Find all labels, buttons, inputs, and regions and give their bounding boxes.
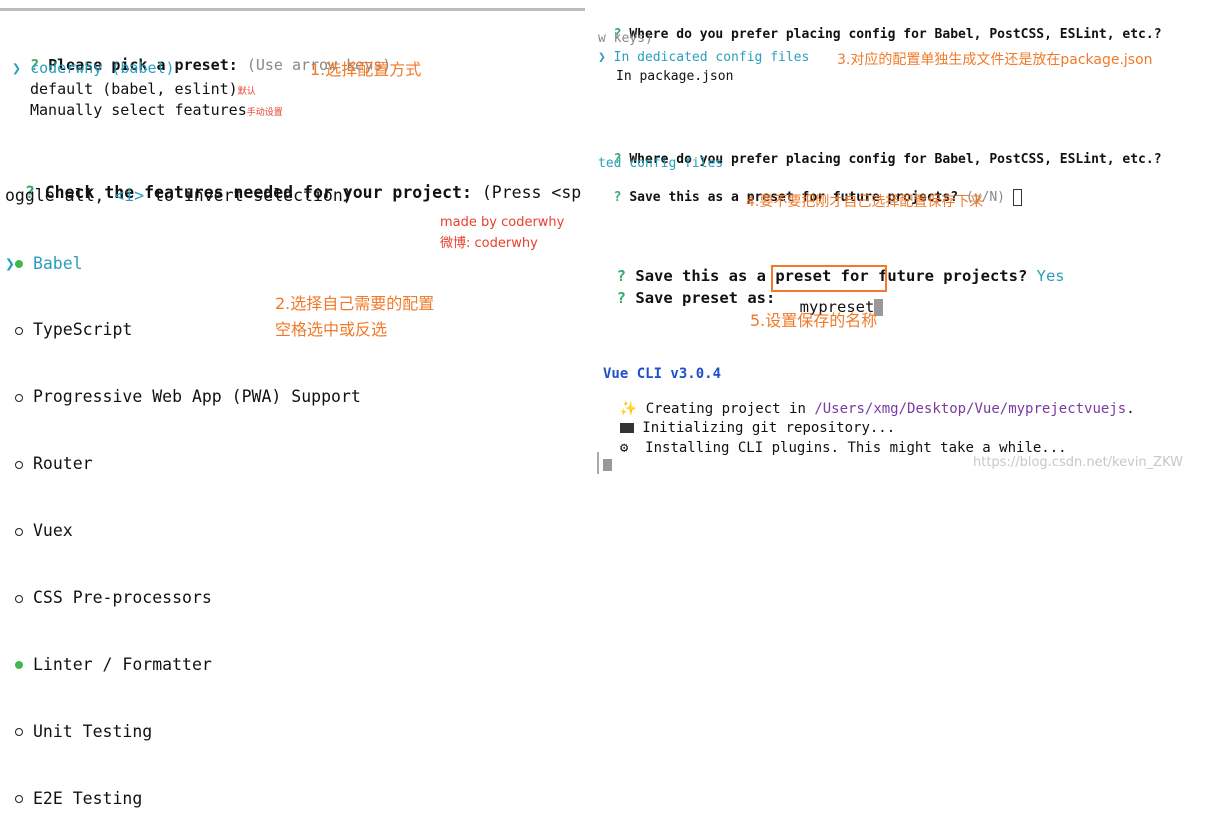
feature-unit-testing[interactable]: Unit Testing	[5, 721, 361, 743]
weibo-label: 微博: coderwhy	[440, 236, 538, 251]
manual-note: 手动设置	[246, 108, 283, 118]
features-prompt-line2: oggle all, <i> to invert selection)	[5, 186, 353, 205]
preset-option-selected[interactable]: ❯ coderwhy (babel)	[12, 59, 175, 77]
config-option-package[interactable]: In package.json	[616, 69, 733, 84]
preset-name-prompt: ? Save preset as:	[616, 289, 776, 307]
input-cursor	[1012, 189, 1022, 206]
preset-name-input[interactable]: mypreset	[771, 265, 887, 316]
made-by-label: made by coderwhy	[440, 215, 565, 230]
feature-e2e-testing[interactable]: E2E Testing	[5, 788, 361, 810]
install-plugins-line: ⚙ Installing CLI plugins. This might tak…	[619, 440, 1067, 456]
features-annotation-1: 2.选择自己需要的配置	[275, 294, 435, 313]
watermark: https://blog.csdn.net/kevin_ZKW	[973, 455, 1183, 470]
preset-option-manual[interactable]: Manually select features手动设置	[30, 101, 283, 119]
feature-babel[interactable]: ❯ Babel	[5, 253, 361, 275]
preset-annotation: 1.选择配置方式	[310, 60, 422, 79]
feature-css-preprocessors[interactable]: CSS Pre-processors	[5, 587, 361, 609]
preset-name-annotation: 5.设置保存的名称	[750, 311, 878, 330]
config-annotation: 3.对应的配置单独生成文件还是放在package.json	[837, 52, 1153, 68]
cli-version: Vue CLI v3.0.4	[603, 366, 722, 382]
default-note: 默认	[237, 87, 256, 97]
feature-router[interactable]: Router	[5, 453, 361, 475]
config-option-dedicated[interactable]: ❯ In dedicated config files	[598, 50, 809, 65]
features-annotation-2: 空格选中或反选	[275, 320, 388, 339]
feature-pwa[interactable]: Progressive Web App (PWA) Support	[5, 386, 361, 408]
terminal-cursor-bar	[597, 452, 599, 474]
preset-option-default[interactable]: default (babel, eslint)默认	[30, 80, 256, 98]
gear-icon: ⚙	[619, 440, 629, 456]
terminal-cursor	[603, 459, 612, 471]
save-annotation: 4.要不要把刚才自己选择配置保存下来	[746, 194, 984, 210]
config-prompt: ? Where do you prefer placing config for…	[613, 27, 1162, 42]
feature-vuex[interactable]: Vuex	[5, 520, 361, 542]
config-hint: w keys)	[598, 31, 653, 46]
top-divider	[0, 8, 585, 11]
feature-linter[interactable]: Linter / Formatter	[5, 654, 361, 676]
config-answer: ted config files	[598, 156, 724, 171]
